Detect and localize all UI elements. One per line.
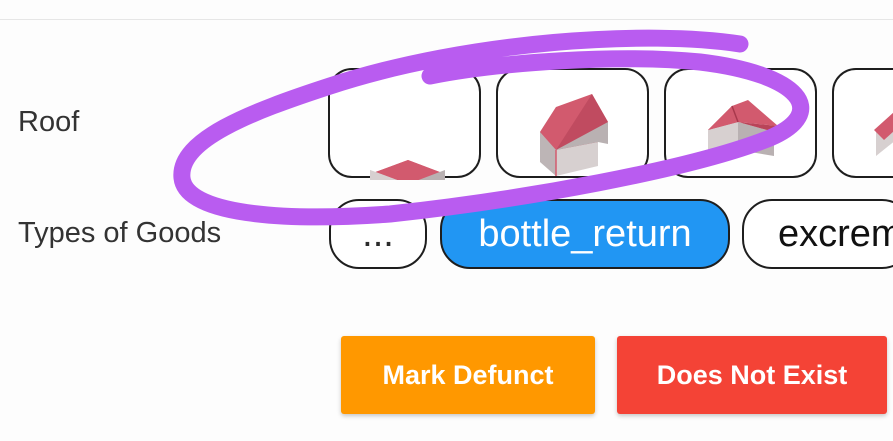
types-of-goods-label: Types of Goods	[18, 217, 222, 249]
gabled-roof-icon	[540, 94, 608, 176]
roof-label: Roof	[18, 106, 80, 138]
goods-chip-more[interactable]: ...	[329, 199, 427, 269]
roof-option-flat[interactable]	[328, 68, 481, 180]
goods-chip-excrement[interactable]: excrem	[742, 199, 893, 269]
does-not-exist-button[interactable]: Does Not Exist	[617, 336, 887, 414]
roof-option-hipped[interactable]	[664, 68, 817, 178]
goods-chip-bottle-return[interactable]: bottle_return	[440, 199, 730, 269]
flat-roof-icon	[370, 160, 445, 180]
mark-defunct-button[interactable]: Mark Defunct	[341, 336, 595, 414]
roof-option-partial[interactable]	[832, 68, 893, 178]
hipped-roof-icon	[708, 100, 778, 158]
quest-form: Roof Types of Goods ... bottle_return ex…	[0, 0, 893, 441]
roof-option-gabled[interactable]	[496, 68, 649, 178]
roof-icon-partial	[874, 112, 893, 156]
top-divider	[0, 19, 893, 20]
